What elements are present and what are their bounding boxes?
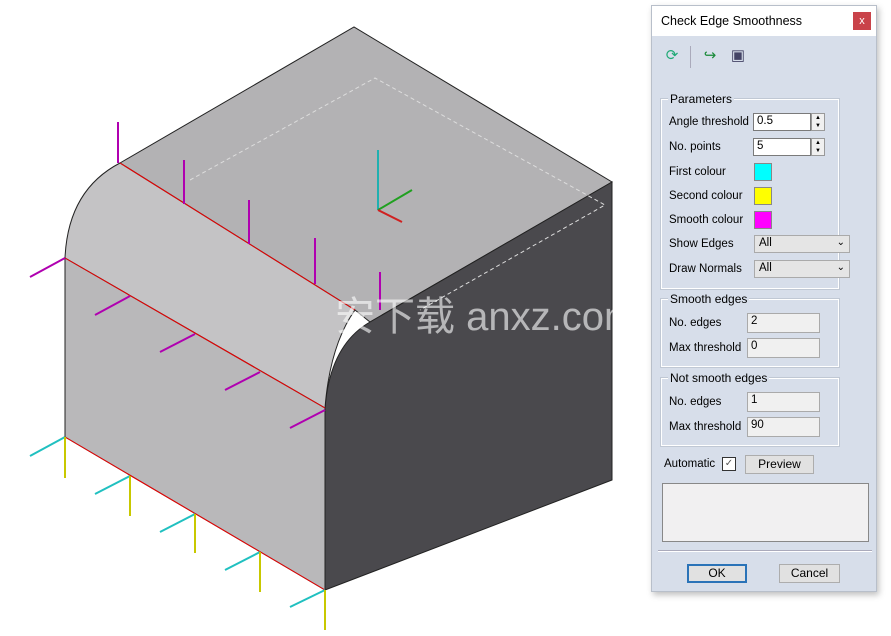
chevron-down-icon: ⌄ <box>836 237 845 248</box>
refresh-icon[interactable]: ⟳ <box>662 46 682 66</box>
angle-threshold-label: Angle threshold <box>669 116 749 128</box>
show-edges-select[interactable]: All ⌄ <box>754 235 850 253</box>
title-bar: Check Edge Smoothness x <box>652 6 876 36</box>
no-points-input[interactable]: 5 <box>753 138 811 156</box>
cancel-button[interactable]: Cancel <box>779 564 840 583</box>
toolbar-separator <box>690 46 691 68</box>
second-colour-label: Second colour <box>669 190 743 202</box>
draw-normals-value: All <box>759 262 772 274</box>
not-smooth-no-edges-field[interactable]: 1 <box>747 392 820 412</box>
group-title: Parameters <box>668 92 735 106</box>
not-smooth-no-edges-label: No. edges <box>669 396 722 408</box>
show-edges-value: All <box>759 237 772 249</box>
automatic-label: Automatic <box>664 458 716 470</box>
check-edge-smoothness-dialog: Check Edge Smoothness x ⟳ ↪ ▣ Parameters … <box>651 5 877 592</box>
first-colour-swatch[interactable] <box>754 163 772 181</box>
no-points-spinner[interactable]: ▲ ▼ <box>811 138 825 156</box>
show-edges-label: Show Edges <box>669 238 734 250</box>
smooth-no-edges-field[interactable]: 2 <box>747 313 820 333</box>
3d-viewport[interactable]: 安下载 anxz.com <box>0 0 650 636</box>
smooth-max-threshold-field[interactable]: 0 <box>747 338 820 358</box>
smooth-max-threshold-label: Max threshold <box>669 342 742 354</box>
ok-button[interactable]: OK <box>687 564 747 583</box>
not-smooth-max-threshold-field[interactable]: 90 <box>747 417 820 437</box>
second-colour-swatch[interactable] <box>754 187 772 205</box>
smooth-colour-label: Smooth colour <box>669 214 744 226</box>
smooth-no-edges-label: No. edges <box>669 317 722 329</box>
group-title: Smooth edges <box>668 292 750 306</box>
divider <box>658 550 872 552</box>
draw-normals-label: Draw Normals <box>669 263 742 275</box>
angle-threshold-spinner[interactable]: ▲ ▼ <box>811 113 825 131</box>
watermark: 安下载 anxz.com <box>335 295 637 339</box>
save-icon[interactable]: ▣ <box>728 46 748 66</box>
open-icon[interactable]: ↪ <box>700 46 720 66</box>
dialog-title: Check Edge Smoothness <box>661 14 803 28</box>
automatic-checkbox[interactable]: ✓ <box>722 457 736 471</box>
output-area <box>662 483 869 542</box>
not-smooth-max-threshold-label: Max threshold <box>669 421 742 433</box>
no-points-label: No. points <box>669 141 721 153</box>
draw-normals-select[interactable]: All ⌄ <box>754 260 850 278</box>
smooth-colour-swatch[interactable] <box>754 211 772 229</box>
group-title: Not smooth edges <box>668 371 770 385</box>
preview-button[interactable]: Preview <box>745 455 814 474</box>
angle-threshold-input[interactable]: 0.5 <box>753 113 811 131</box>
first-colour-label: First colour <box>669 166 726 178</box>
close-button[interactable]: x <box>853 12 871 30</box>
chevron-down-icon: ⌄ <box>836 262 845 273</box>
